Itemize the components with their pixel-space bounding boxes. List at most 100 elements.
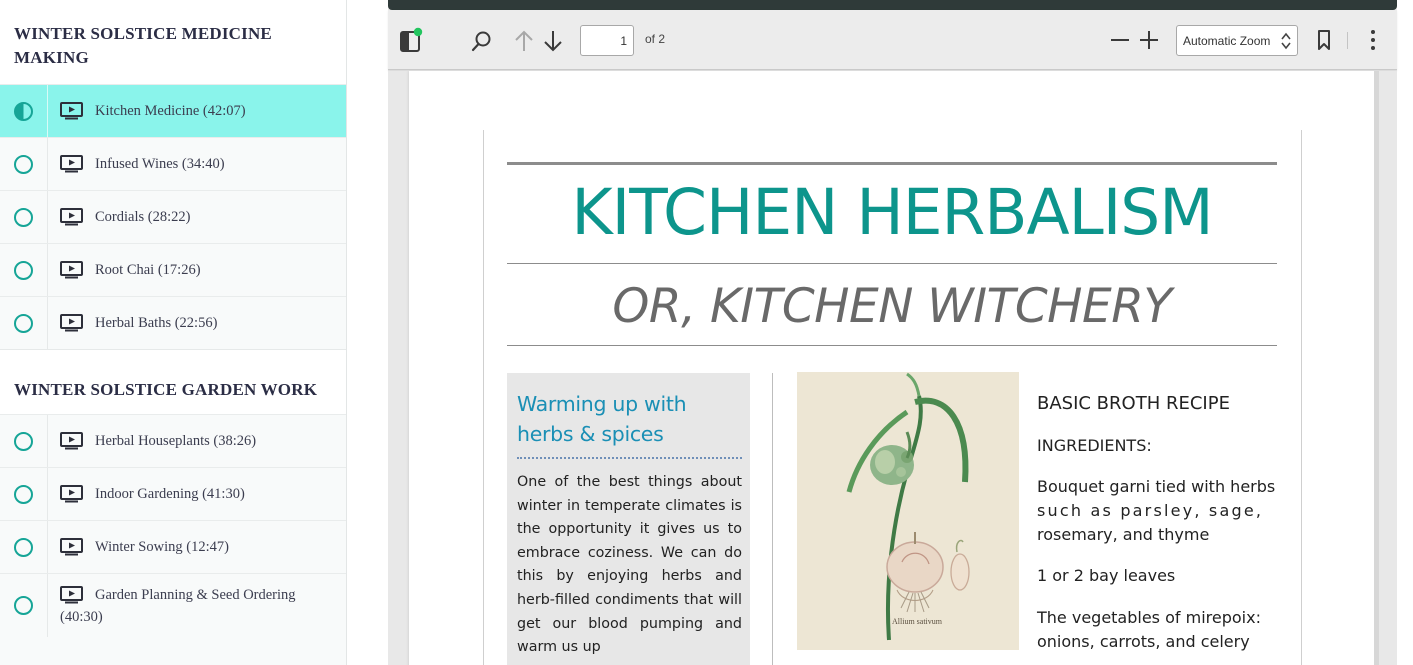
circle-status-icon bbox=[14, 537, 33, 557]
ingredient-line: such as parsley, sage, bbox=[1037, 501, 1264, 520]
more-vertical-icon bbox=[1371, 30, 1375, 50]
lesson-label: Cordials (28:22) bbox=[95, 208, 191, 225]
pdf-toolbar: of 2 Automatic Zoom bbox=[388, 10, 1397, 70]
dotted-divider bbox=[517, 457, 742, 459]
broth-recipe: BASIC BROTH RECIPE INGREDIENTS: Bouquet … bbox=[1037, 391, 1281, 654]
sidebox-body: One of the best things about winter in t… bbox=[517, 474, 742, 656]
bookmark-button[interactable] bbox=[1312, 27, 1336, 53]
bookmark-icon bbox=[1318, 30, 1330, 50]
lesson-label-line1: Garden Planning & Seed Ordering bbox=[95, 586, 296, 603]
lesson-status[interactable] bbox=[0, 297, 48, 349]
updown-chevron-icon bbox=[1281, 32, 1291, 50]
lesson-infused-wines[interactable]: Infused Wines (34:40) bbox=[0, 137, 346, 190]
ingredient-bouquet-garni: Bouquet garni tied with herbs such as pa… bbox=[1037, 475, 1281, 547]
lesson-garden-planning[interactable]: Garden Planning & Seed Ordering (40:30) bbox=[0, 573, 346, 637]
zoom-out-button[interactable] bbox=[1107, 27, 1133, 53]
lesson-winter-sowing[interactable]: Winter Sowing (12:47) bbox=[0, 520, 346, 573]
circle-status-icon bbox=[14, 313, 33, 333]
ingredient-line: rosemary, and thyme bbox=[1037, 525, 1210, 544]
toolbar-separator bbox=[1347, 32, 1348, 49]
lesson-status[interactable] bbox=[0, 415, 48, 467]
lesson-status[interactable] bbox=[0, 521, 48, 573]
arrow-up-icon bbox=[515, 30, 533, 51]
garlic-plant-image: Allium sativum bbox=[797, 372, 1019, 650]
lesson-label: Root Chai (17:26) bbox=[95, 261, 201, 278]
zoom-in-icon bbox=[1140, 31, 1158, 49]
circle-status-icon bbox=[14, 260, 33, 280]
more-options-button[interactable] bbox=[1362, 27, 1384, 53]
lesson-label: Kitchen Medicine (42:07) bbox=[95, 102, 246, 119]
section-title-medicine-making: WINTER SOLSTICE MEDICINE MAKING bbox=[0, 0, 346, 84]
zoom-select-value: Automatic Zoom bbox=[1183, 33, 1271, 48]
lesson-root-chai[interactable]: Root Chai (17:26) bbox=[0, 243, 346, 296]
search-button[interactable] bbox=[468, 28, 496, 54]
viewer-top-bar bbox=[388, 0, 1397, 10]
sidebar-toggle-icon bbox=[400, 27, 423, 52]
lesson-status[interactable] bbox=[0, 191, 48, 243]
lesson-label: Winter Sowing (12:47) bbox=[95, 538, 229, 555]
pdf-page: KITCHEN HERBALISM OR, KITCHEN WITCHERY W… bbox=[409, 71, 1374, 665]
ingredient-line: Bouquet garni tied with herbs bbox=[1037, 477, 1276, 496]
circle-status-icon bbox=[14, 596, 33, 615]
video-play-icon bbox=[60, 538, 83, 556]
circle-status-icon bbox=[14, 154, 33, 174]
plate-caption: Allium sativum bbox=[892, 617, 943, 626]
video-play-icon bbox=[60, 314, 83, 332]
previous-page-button[interactable] bbox=[511, 27, 537, 55]
video-play-icon bbox=[60, 102, 83, 120]
lesson-label-wrap: Garden Planning & Seed Ordering (40:30) bbox=[60, 584, 296, 628]
lesson-label-line2: (40:30) bbox=[60, 608, 103, 625]
ingredient-mirepoix: The vegetables of mirepoix: onions, carr… bbox=[1037, 606, 1281, 654]
lesson-label: Infused Wines (34:40) bbox=[95, 155, 225, 172]
document-subtitle: OR, KITCHEN WITCHERY bbox=[612, 279, 1172, 334]
ingredient-bay-leaves: 1 or 2 bay leaves bbox=[1037, 566, 1176, 585]
column-divider bbox=[772, 373, 773, 665]
lesson-status[interactable] bbox=[0, 574, 48, 637]
lesson-kitchen-medicine[interactable]: Kitchen Medicine (42:07) bbox=[0, 84, 346, 137]
ingredient-line: onions, carrots, and celery bbox=[1037, 632, 1250, 651]
circle-status-icon bbox=[14, 431, 33, 451]
video-play-icon bbox=[60, 208, 83, 226]
video-play-icon bbox=[60, 585, 83, 603]
lesson-indoor-gardening[interactable]: Indoor Gardening (41:30) bbox=[0, 467, 346, 520]
lesson-label: Herbal Houseplants (38:26) bbox=[95, 432, 257, 449]
lesson-status[interactable] bbox=[0, 468, 48, 520]
half-circle-progress-icon bbox=[14, 101, 33, 121]
lesson-cordials[interactable]: Cordials (28:22) bbox=[0, 190, 346, 243]
zoom-in-button[interactable] bbox=[1136, 27, 1162, 53]
pdf-viewport[interactable]: KITCHEN HERBALISM OR, KITCHEN WITCHERY W… bbox=[388, 71, 1397, 665]
arrow-down-icon bbox=[544, 31, 562, 52]
circle-status-icon bbox=[14, 484, 33, 504]
page-total-label: of 2 bbox=[645, 32, 666, 46]
page-number-input[interactable] bbox=[580, 25, 634, 56]
warming-sidebox: Warming up with herbs & spices One of th… bbox=[507, 373, 750, 665]
video-play-icon bbox=[60, 432, 83, 450]
title-rule-top bbox=[507, 162, 1277, 165]
lesson-herbal-houseplants[interactable]: Herbal Houseplants (38:26) bbox=[0, 414, 346, 467]
video-play-icon bbox=[60, 485, 83, 503]
zoom-out-icon bbox=[1111, 39, 1129, 41]
sidebar-toggle-button[interactable] bbox=[398, 26, 424, 54]
video-play-icon bbox=[60, 261, 83, 279]
video-play-icon bbox=[60, 155, 83, 173]
lesson-status[interactable] bbox=[0, 85, 48, 137]
title-rule-bottom bbox=[507, 345, 1277, 346]
document-title: KITCHEN HERBALISM bbox=[571, 176, 1213, 249]
sidebox-title-line1: Warming up with bbox=[517, 392, 687, 416]
zoom-select[interactable]: Automatic Zoom bbox=[1176, 25, 1298, 56]
ingredient-line: The vegetables of mirepoix: bbox=[1037, 608, 1261, 627]
title-rule-middle bbox=[507, 263, 1277, 264]
section-title-garden-work: WINTER SOLSTICE GARDEN WORK bbox=[0, 349, 346, 414]
next-page-button[interactable] bbox=[540, 27, 566, 55]
lesson-status[interactable] bbox=[0, 244, 48, 296]
search-icon bbox=[471, 31, 491, 52]
recipe-title: BASIC BROTH RECIPE bbox=[1037, 393, 1230, 414]
lesson-herbal-baths[interactable]: Herbal Baths (22:56) bbox=[0, 296, 346, 349]
lesson-status[interactable] bbox=[0, 138, 48, 190]
page-edge-shadow bbox=[1374, 71, 1379, 665]
sidebox-title: Warming up with herbs & spices bbox=[517, 389, 742, 449]
circle-status-icon bbox=[14, 207, 33, 227]
course-sidebar: WINTER SOLSTICE MEDICINE MAKING Kitchen … bbox=[0, 0, 347, 665]
lesson-label: Herbal Baths (22:56) bbox=[95, 314, 218, 331]
ingredients-label: INGREDIENTS: bbox=[1037, 436, 1152, 455]
